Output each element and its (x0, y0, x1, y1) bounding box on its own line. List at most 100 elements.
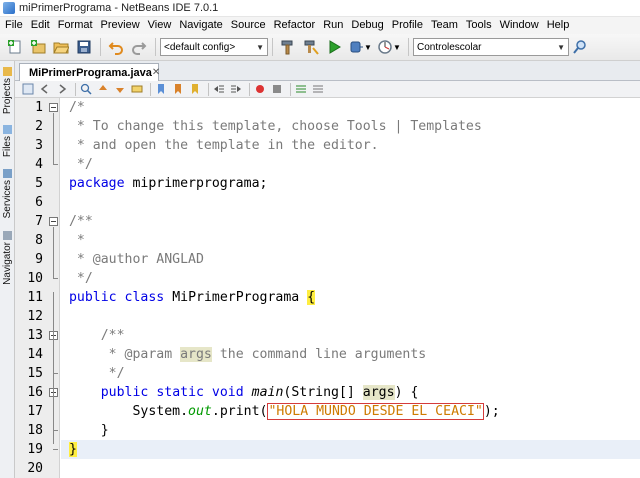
code-line[interactable]: * @author ANGLAD (61, 250, 640, 269)
code-line[interactable]: * To change this template, choose Tools … (61, 117, 640, 136)
code-editor[interactable]: 1 2 3 4 5 6 7 8 9 10 11 12 13 14 15 16 17 18 19 20 /* * To … (15, 98, 640, 478)
main-toolbar: <default config> ▼ ▼ ▼ Controlescolar ▼ (0, 34, 640, 61)
close-icon[interactable]: ✕ (152, 67, 160, 78)
code-area[interactable]: /* * To change this template, choose Too… (61, 98, 640, 478)
next-bookmark-button[interactable] (171, 83, 185, 96)
menu-profile[interactable]: Profile (389, 17, 428, 34)
find-previous-button[interactable] (96, 83, 110, 96)
project-select[interactable]: Controlescolar ▼ (413, 38, 569, 56)
editor-tab-mainclass[interactable]: MiPrimerPrograma.java ✕ (19, 63, 160, 81)
menu-file[interactable]: File (2, 17, 28, 34)
run-icon (329, 40, 341, 54)
code-line[interactable] (61, 193, 640, 212)
new-file-button[interactable] (4, 36, 26, 58)
menu-run[interactable]: Run (320, 17, 348, 34)
configuration-select[interactable]: <default config> ▼ (160, 38, 268, 56)
menu-team[interactable]: Team (428, 17, 463, 34)
chevron-down-icon: ▼ (557, 42, 565, 52)
code-line[interactable]: * and open the template in the editor. (61, 136, 640, 155)
forward-icon (59, 84, 67, 94)
redo-button[interactable] (128, 36, 150, 58)
build-button[interactable] (277, 36, 299, 58)
back-button[interactable] (38, 83, 52, 96)
code-line[interactable]: public class MiPrimerPrograma { (61, 288, 640, 307)
stop-macro-button[interactable] (270, 83, 284, 96)
fold-guide-end (53, 164, 58, 165)
side-tab-navigator[interactable]: Navigator (0, 231, 15, 285)
menu-debug[interactable]: Debug (348, 17, 388, 34)
side-tab-services[interactable]: Services (0, 169, 15, 218)
fold-guide (53, 227, 54, 279)
code-token: * (68, 233, 85, 248)
fold-toggle[interactable] (49, 103, 58, 112)
side-tab-projects[interactable]: Projects (0, 67, 15, 114)
menu-navigate[interactable]: Navigate (176, 17, 227, 34)
navigator-icon (3, 231, 12, 240)
previous-bookmark-button[interactable] (154, 83, 168, 96)
line-number-gutter: 1 2 3 4 5 6 7 8 9 10 11 12 13 14 15 16 17 18 19 20 (15, 98, 60, 478)
code-line[interactable] (61, 459, 640, 478)
menu-source[interactable]: Source (228, 17, 271, 34)
menu-view[interactable]: View (145, 17, 177, 34)
clean-build-button[interactable] (300, 36, 322, 58)
toggle-highlight-button[interactable] (130, 83, 144, 96)
code-line[interactable]: } (61, 421, 640, 440)
start-macro-button[interactable] (253, 83, 267, 96)
project-select-value: Controlescolar (417, 41, 482, 53)
code-line[interactable]: * (61, 231, 640, 250)
code-line[interactable]: System.out.print("HOLA MUNDO DESDE EL CE… (61, 402, 640, 421)
new-project-button[interactable] (27, 36, 49, 58)
code-token: } (68, 442, 77, 457)
find-selection-button[interactable] (79, 83, 93, 96)
code-line[interactable]: * @param args the command line arguments (61, 345, 640, 364)
save-all-button[interactable] (73, 36, 95, 58)
editor-tab-strip: MiPrimerPrograma.java ✕ (15, 61, 640, 81)
run-button[interactable] (323, 36, 345, 58)
uncomment-button[interactable] (311, 83, 325, 96)
menu-refactor[interactable]: Refactor (271, 17, 321, 34)
forward-button[interactable] (55, 83, 69, 96)
code-line[interactable]: */ (61, 364, 640, 383)
menu-format[interactable]: Format (55, 17, 98, 34)
code-line[interactable]: */ (61, 155, 640, 174)
menu-window[interactable]: Window (497, 17, 544, 34)
toggle-bookmark-button[interactable] (188, 83, 202, 96)
menu-bar: File Edit Format Preview View Navigate S… (0, 17, 640, 34)
code-line[interactable] (61, 307, 640, 326)
profile-button[interactable]: ▼ (375, 36, 403, 58)
menu-help[interactable]: Help (544, 17, 575, 34)
shift-left-button[interactable] (212, 83, 226, 96)
code-token: the command line arguments (211, 347, 427, 362)
search-button[interactable] (569, 36, 591, 58)
debug-button[interactable]: ▼ (346, 36, 374, 58)
menu-preview[interactable]: Preview (98, 17, 145, 34)
code-line[interactable]: /** (61, 326, 640, 345)
line-number: 16 (27, 385, 43, 400)
line-number: 8 (35, 233, 43, 248)
find-next-button[interactable] (113, 83, 127, 96)
netbeans-app-icon (3, 2, 15, 14)
open-project-button[interactable] (50, 36, 72, 58)
code-token: public (68, 290, 117, 305)
code-line[interactable]: /** (61, 212, 640, 231)
undo-button[interactable] (105, 36, 127, 58)
code-line[interactable]: } (61, 440, 640, 459)
comment-button[interactable] (294, 83, 308, 96)
side-tab-files[interactable]: Files (0, 125, 15, 157)
code-line[interactable]: public static void main(String[] args) { (61, 383, 640, 402)
line-number: 6 (35, 195, 43, 210)
code-token: * @author ANGLAD (68, 252, 204, 267)
code-line[interactable]: /* (61, 98, 640, 117)
bookmark-previous-icon (158, 84, 164, 94)
shift-right-button[interactable] (229, 83, 243, 96)
code-line[interactable]: package miprimerprograma; (61, 174, 640, 193)
menu-edit[interactable]: Edit (28, 17, 55, 34)
fold-toggle[interactable] (49, 217, 58, 226)
menu-tools[interactable]: Tools (463, 17, 497, 34)
code-line[interactable]: */ (61, 269, 640, 288)
code-token: public (100, 385, 149, 400)
source-history-button[interactable] (21, 83, 35, 96)
